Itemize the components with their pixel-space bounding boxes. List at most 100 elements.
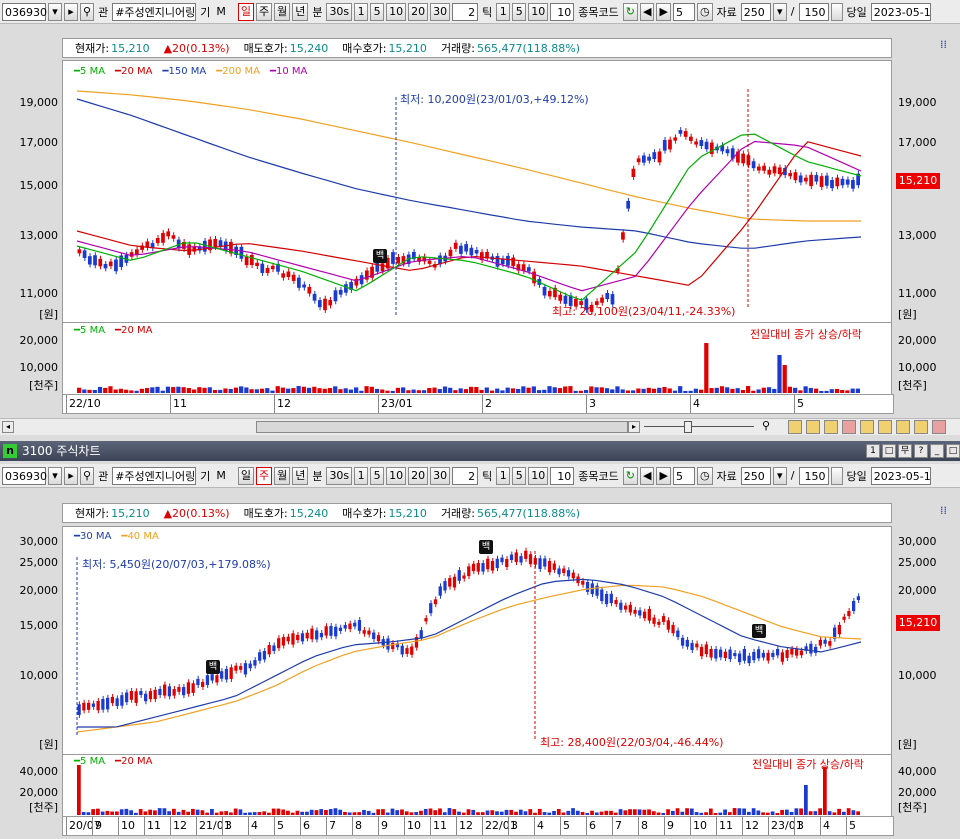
x-grid-line — [456, 817, 457, 835]
date-input[interactable]: 2023-05-1 — [870, 466, 931, 485]
tool-icon[interactable] — [914, 420, 928, 434]
today-checkbox[interactable] — [830, 2, 843, 21]
date-input[interactable]: 2023-05-1 — [870, 2, 931, 21]
tick-label: 틱 — [482, 469, 493, 483]
clock-icon[interactable]: ◷ — [696, 466, 713, 485]
candle-body — [683, 131, 688, 137]
minute-1-button[interactable]: 1 — [354, 466, 369, 485]
minute-30-button[interactable]: 30 — [430, 2, 451, 21]
tool-icon[interactable] — [824, 420, 838, 434]
stock-code-input[interactable]: 036930 — [2, 466, 47, 485]
period-year-button[interactable]: 년 — [292, 466, 309, 485]
stock-name-input[interactable]: #주성엔지니어링 — [112, 2, 197, 21]
tick-10-button[interactable]: 10 — [528, 466, 549, 485]
scroll-right-icon[interactable]: ▸ — [628, 421, 640, 433]
scroll-thumb[interactable] — [256, 421, 628, 433]
refresh-icon[interactable]: ↻ — [622, 2, 638, 21]
period-day-button[interactable]: 일 — [237, 466, 254, 485]
tool-icon[interactable] — [878, 420, 892, 434]
next-arrow-icon[interactable]: ▶ — [656, 2, 671, 21]
tick-count-input[interactable]: 10 — [550, 466, 575, 485]
tick-count-input[interactable]: 10 — [550, 2, 575, 21]
refresh-icon[interactable]: ↻ — [622, 466, 638, 485]
scroll-left-icon[interactable]: ◂ — [2, 421, 14, 433]
tick-input[interactable]: 2 — [452, 2, 479, 21]
period-month-button[interactable]: 월 — [274, 2, 291, 21]
period-month-button[interactable]: 월 — [274, 466, 291, 485]
code-dropdown-button[interactable]: ▾ — [48, 466, 62, 485]
volume-bar — [224, 811, 229, 815]
maximize-button[interactable]: □ — [946, 444, 960, 458]
data-count-select[interactable]: 250 — [740, 466, 771, 485]
period-week-button[interactable]: 주 — [255, 2, 273, 21]
code-dropdown-button[interactable]: ▾ — [48, 2, 62, 21]
x-grid-line — [846, 817, 847, 835]
tick-5-button[interactable]: 5 — [512, 466, 527, 485]
period-year-button[interactable]: 년 — [292, 2, 309, 21]
prev-arrow-icon[interactable]: ◀ — [640, 466, 655, 485]
data-count-dropdown-icon[interactable]: ▾ — [772, 2, 787, 21]
window-btn-2[interactable]: □ — [882, 444, 896, 458]
minute-10-button[interactable]: 10 — [386, 466, 407, 485]
candle-body — [433, 599, 438, 605]
code-next-button[interactable]: ▸ — [64, 466, 78, 485]
stock-code-input[interactable]: 036930 — [2, 2, 47, 21]
window-btn-1[interactable]: 1 — [866, 444, 880, 458]
settings-dots-icon[interactable]: ⁞⁞ — [940, 38, 947, 51]
tool-icon[interactable] — [896, 420, 910, 434]
minute-10-button[interactable]: 10 — [386, 2, 407, 21]
tick-5-button[interactable]: 5 — [512, 2, 527, 21]
chart-scrollbar[interactable]: ◂ ▸ ⚲ — [0, 418, 960, 435]
period-day-button[interactable]: 일 — [237, 2, 254, 21]
volume-bar — [533, 812, 537, 815]
volume-bar — [766, 387, 772, 393]
settings-dots-icon[interactable]: ⁞⁞ — [940, 504, 947, 517]
minute-5-button[interactable]: 5 — [370, 466, 385, 485]
clock-icon[interactable]: ◷ — [696, 2, 713, 21]
volume-bar — [829, 389, 834, 393]
minute-30s-button[interactable]: 30s — [326, 2, 353, 21]
tool-icon[interactable] — [860, 420, 874, 434]
zoom-icon[interactable]: ⚲ — [762, 419, 770, 432]
next-arrow-icon[interactable]: ▶ — [656, 466, 671, 485]
volume-bar — [694, 812, 699, 815]
candle-body — [202, 240, 207, 252]
zoom-slider[interactable] — [684, 421, 692, 433]
minute-30s-button[interactable]: 30s — [326, 466, 353, 485]
volume-bar — [819, 390, 824, 393]
search-button[interactable]: ⚲ — [80, 2, 95, 21]
tick-1-button[interactable]: 1 — [496, 2, 511, 21]
minute-20-button[interactable]: 20 — [408, 466, 429, 485]
data-count-dropdown-icon[interactable]: ▾ — [772, 466, 787, 485]
period-week-button[interactable]: 주 — [255, 466, 273, 485]
tool-icon[interactable] — [932, 420, 946, 434]
tick-10-button[interactable]: 10 — [528, 2, 549, 21]
volume-bar — [641, 388, 646, 393]
minute-5-button[interactable]: 5 — [370, 2, 385, 21]
volume-bar — [150, 387, 155, 393]
help-button[interactable]: ? — [914, 444, 928, 458]
page-input[interactable]: 150 — [798, 2, 829, 21]
minute-1-button[interactable]: 1 — [354, 2, 369, 21]
today-checkbox[interactable] — [830, 466, 843, 485]
candle-body — [357, 620, 362, 631]
window-btn-3[interactable]: 무 — [898, 444, 912, 458]
minimize-button[interactable]: _ — [930, 444, 944, 458]
data-count-select[interactable]: 250 — [740, 2, 771, 21]
tick-1-button[interactable]: 1 — [496, 466, 511, 485]
prev-arrow-icon[interactable]: ◀ — [640, 2, 655, 21]
tick-input[interactable]: 2 — [452, 466, 479, 485]
tool-icon[interactable] — [806, 420, 820, 434]
x-tick-label: 8 — [355, 819, 362, 832]
step-input[interactable]: 5 — [672, 466, 695, 485]
tool-icon[interactable] — [842, 420, 856, 434]
search-button[interactable]: ⚲ — [80, 466, 95, 485]
page-input[interactable]: 150 — [798, 466, 829, 485]
stock-name-input[interactable]: #주성엔지니어링 — [112, 466, 197, 485]
step-input[interactable]: 5 — [672, 2, 695, 21]
volume-bar — [678, 386, 683, 393]
tool-icon[interactable] — [788, 420, 802, 434]
code-next-button[interactable]: ▸ — [64, 2, 78, 21]
minute-30-button[interactable]: 30 — [430, 466, 451, 485]
minute-20-button[interactable]: 20 — [408, 2, 429, 21]
